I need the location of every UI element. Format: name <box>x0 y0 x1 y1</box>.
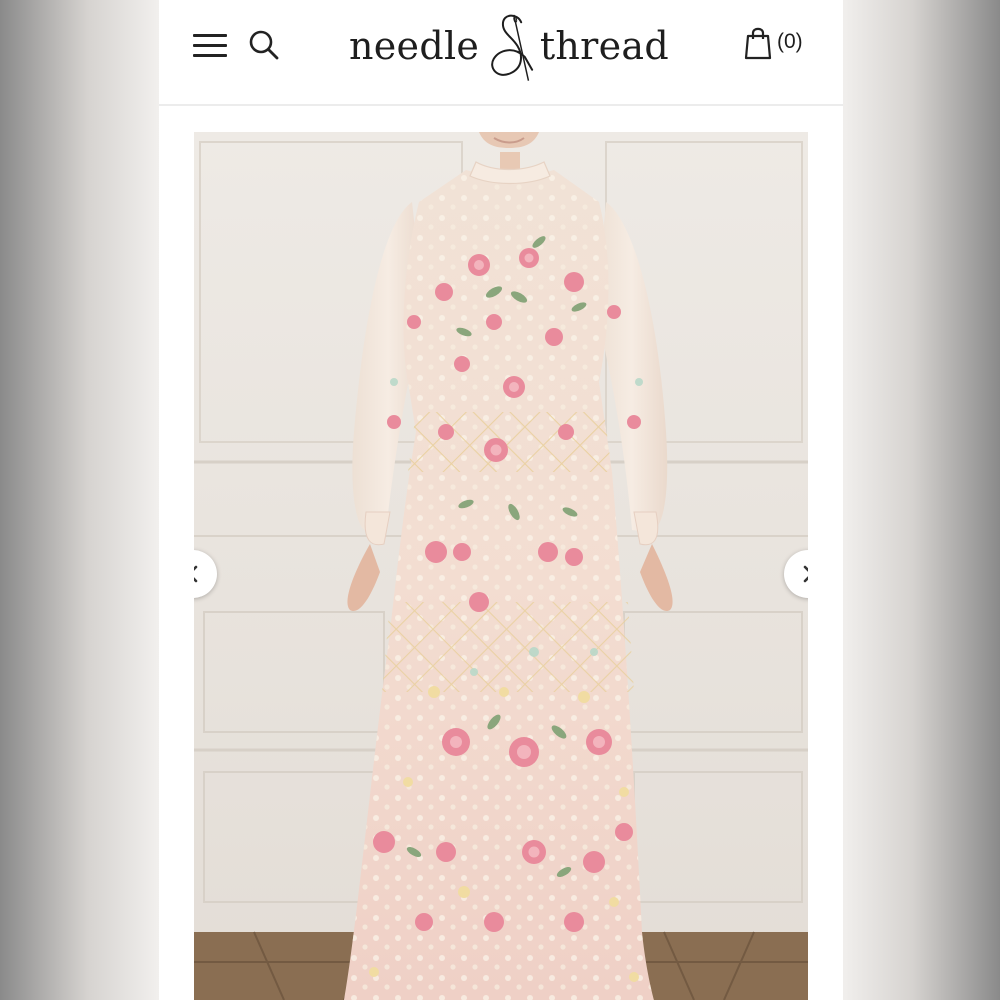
shopping-bag-icon[interactable] <box>743 26 773 60</box>
logo-word-thread: thread <box>539 24 669 68</box>
ampersand-needle-logo-mark <box>491 14 534 81</box>
brand-logo[interactable]: needle thread <box>349 6 669 86</box>
chevron-left-icon <box>194 565 198 583</box>
cart-count[interactable]: (0) <box>777 30 803 54</box>
background-blur-right <box>840 0 1000 1000</box>
product-photo <box>194 132 808 1000</box>
search-icon[interactable] <box>247 28 281 62</box>
mobile-page: needle thread (0) <box>159 0 843 1000</box>
site-header: needle thread (0) <box>159 0 843 106</box>
product-image-gallery[interactable] <box>194 132 808 1000</box>
background-blur-left <box>0 0 160 1000</box>
logo-word-needle: needle <box>349 24 480 68</box>
chevron-right-icon <box>803 565 808 583</box>
hamburger-menu-icon[interactable] <box>193 32 229 60</box>
